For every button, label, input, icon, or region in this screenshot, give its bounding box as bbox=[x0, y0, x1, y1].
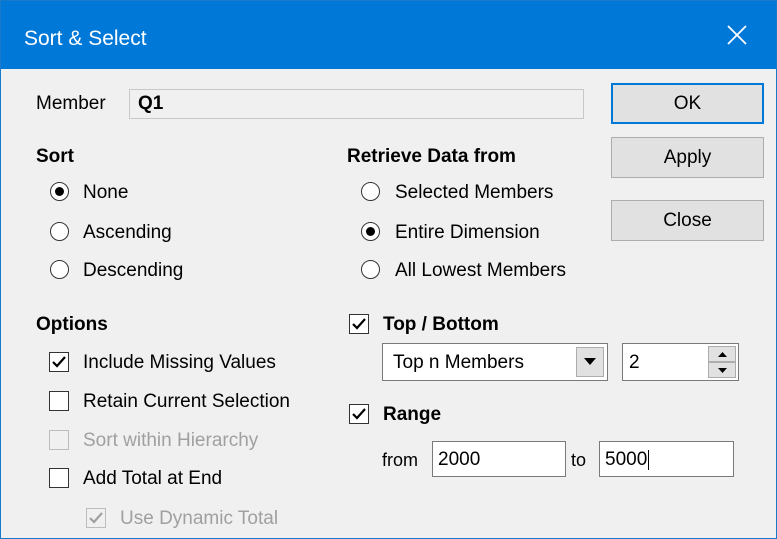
spin-down-icon bbox=[718, 368, 727, 373]
include-missing-label[interactable]: Include Missing Values bbox=[83, 352, 276, 374]
mode-selected-value: Top n Members bbox=[393, 352, 524, 373]
dynamic-total-checkbox bbox=[86, 508, 106, 528]
sort-ascending-label[interactable]: Ascending bbox=[83, 222, 172, 244]
sort-within-hierarchy-checkbox bbox=[49, 430, 69, 450]
mode-dropdown-button[interactable] bbox=[576, 347, 604, 377]
apply-button[interactable]: Apply bbox=[611, 137, 764, 178]
range-label[interactable]: Range bbox=[383, 404, 441, 426]
ok-button[interactable]: OK bbox=[611, 83, 764, 124]
retrieve-selected-radio[interactable] bbox=[361, 182, 380, 201]
retain-selection-label[interactable]: Retain Current Selection bbox=[83, 391, 290, 413]
spinner-buttons bbox=[708, 346, 736, 378]
top-bottom-checkbox[interactable] bbox=[349, 314, 369, 334]
window-title: Sort & Select bbox=[24, 27, 147, 50]
radio-selected-dot bbox=[366, 227, 375, 236]
sort-ascending-radio[interactable] bbox=[50, 222, 69, 241]
sort-descending-label[interactable]: Descending bbox=[83, 260, 183, 282]
range-from-label: from bbox=[382, 450, 418, 470]
sort-heading: Sort bbox=[36, 146, 74, 167]
retain-selection-checkbox[interactable] bbox=[49, 391, 69, 411]
dynamic-total-label: Use Dynamic Total bbox=[120, 508, 279, 529]
spin-down-button[interactable] bbox=[708, 362, 736, 378]
sort-descending-radio[interactable] bbox=[50, 260, 69, 279]
close-window-button[interactable] bbox=[696, 1, 776, 69]
include-missing-checkbox[interactable] bbox=[49, 352, 69, 372]
spin-up-icon bbox=[718, 352, 727, 357]
top-bottom-mode-select[interactable]: Top n Members bbox=[382, 343, 608, 381]
chevron-down-icon bbox=[584, 358, 596, 365]
checkmark-icon bbox=[52, 356, 66, 368]
range-checkbox[interactable] bbox=[349, 404, 369, 424]
sort-select-dialog: Sort & Select Member Q1 OK Apply Close S… bbox=[0, 0, 777, 539]
sort-none-radio[interactable] bbox=[50, 182, 69, 201]
options-heading: Options bbox=[36, 314, 108, 335]
retrieve-entire-label[interactable]: Entire Dimension bbox=[395, 222, 540, 244]
sort-within-hierarchy-label: Sort within Hierarchy bbox=[83, 430, 259, 451]
range-to-value: 5000 bbox=[605, 449, 650, 471]
close-icon bbox=[727, 25, 747, 45]
range-to-text: 5000 bbox=[605, 449, 648, 470]
retrieve-lowest-radio[interactable] bbox=[361, 260, 380, 279]
member-value: Q1 bbox=[138, 93, 164, 114]
top-count-spinner[interactable]: 2 bbox=[622, 343, 739, 381]
member-field: Q1 bbox=[129, 89, 584, 119]
text-caret bbox=[648, 449, 650, 470]
radio-selected-dot bbox=[55, 187, 64, 196]
range-to-label: to bbox=[571, 450, 587, 470]
retrieve-entire-radio[interactable] bbox=[361, 222, 380, 241]
close-button[interactable]: Close bbox=[611, 200, 764, 241]
sort-none-label[interactable]: None bbox=[83, 182, 128, 204]
range-from-value: 2000 bbox=[438, 449, 481, 470]
checkmark-icon bbox=[89, 512, 103, 524]
add-total-checkbox[interactable] bbox=[49, 468, 69, 488]
checkmark-icon bbox=[352, 318, 366, 330]
top-bottom-label[interactable]: Top / Bottom bbox=[383, 314, 499, 336]
top-count-text: 2 bbox=[629, 352, 640, 373]
top-count-value[interactable]: 2 bbox=[629, 352, 640, 374]
retrieve-heading: Retrieve Data from bbox=[347, 146, 516, 167]
member-label: Member bbox=[36, 93, 106, 114]
range-from-input[interactable]: 2000 bbox=[432, 441, 566, 477]
checkmark-icon bbox=[352, 408, 366, 420]
range-to-input[interactable]: 5000 bbox=[599, 441, 734, 477]
title-bar: Sort & Select bbox=[1, 1, 776, 69]
add-total-label[interactable]: Add Total at End bbox=[83, 468, 222, 490]
retrieve-selected-label[interactable]: Selected Members bbox=[395, 182, 553, 204]
retrieve-lowest-label[interactable]: All Lowest Members bbox=[395, 260, 566, 282]
spin-up-button[interactable] bbox=[708, 346, 736, 362]
